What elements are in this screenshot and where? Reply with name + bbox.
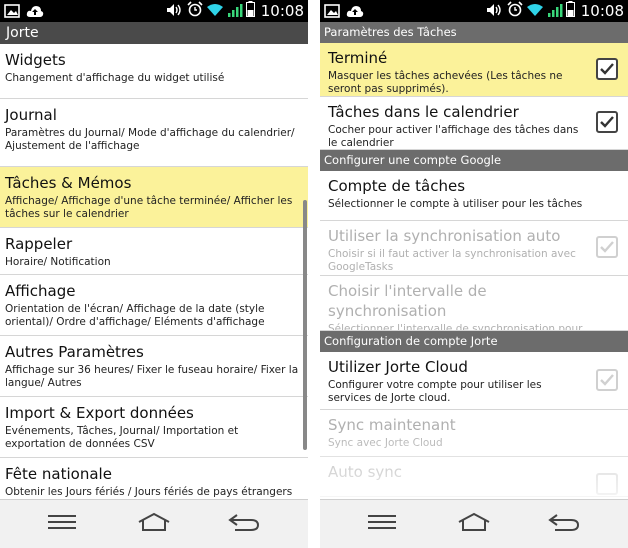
wifi-icon [526,2,544,21]
item-subtitle: Affichage/ Affichage d'une tâche terminé… [5,195,293,220]
back-icon [227,512,261,536]
setting-intervalle-sync[interactable]: Choisir l'intervalle de synchronisation … [320,276,628,331]
image-icon [4,3,20,22]
menu-icon [368,514,396,534]
item-title: Compte de tâches [328,177,466,195]
image-icon [324,3,340,22]
setting-auto-sync[interactable]: Auto sync [320,457,628,497]
signal-icon [547,2,563,21]
checkbox-icon[interactable] [596,236,618,258]
cloud-upload-icon [346,3,364,22]
item-subtitle: Paramètres du Journal/ Mode d'affichage … [5,127,295,152]
section-header: Configurer une compte Google [320,150,628,171]
settings-item-rappeler[interactable]: Rappeler Horaire/ Notification [0,228,308,275]
status-time: 10:08 [260,2,304,20]
settings-item-affichage[interactable]: Affichage Orientation de l'écran/ Affich… [0,275,308,336]
item-subtitle: Changement d'affichage du widget utilisé [5,72,225,84]
left-screen: 10:08 Jorte Widgets Changement d'afficha… [0,0,308,548]
item-subtitle: Masquer les tâches achevées (Les tâches … [328,70,563,95]
back-button[interactable] [222,508,266,540]
item-title: Affichage [5,282,76,300]
item-subtitle: Cocher pour activer l'affichage des tâch… [328,124,579,149]
alarm-icon [507,1,523,21]
section-header: Configuration de compte Jorte [320,331,628,352]
back-icon [547,512,581,536]
item-subtitle: Affichage sur 36 heures/ Fixer le fuseau… [5,364,299,389]
home-icon [137,512,171,536]
screen-divider [308,0,320,548]
item-title: Fête nationale [5,465,112,483]
checkbox-icon[interactable] [596,472,618,495]
home-button[interactable] [452,508,496,540]
item-title: Import & Export données [5,404,194,422]
wifi-icon [206,2,224,21]
item-title: Sync maintenant [328,416,456,434]
settings-item-import-export[interactable]: Import & Export données Evénements, Tâch… [0,397,308,458]
item-title: Tâches & Mémos [5,174,132,192]
item-title: Journal [5,106,57,124]
item-title: Auto sync [328,463,403,481]
menu-button[interactable] [40,508,84,540]
status-time: 10:08 [580,2,624,20]
task-settings-list: Paramètres des Tâches Terminé Masquer le… [320,22,628,548]
item-subtitle: Sélectionner le compte à utiliser pour l… [328,198,583,210]
right-screen: 10:08 Paramètres des Tâches Terminé Masq… [320,0,628,548]
setting-sync-maintenant[interactable]: Sync maintenant Sync avec Jorte Cloud [320,410,628,457]
home-button[interactable] [132,508,176,540]
cloud-upload-icon [26,3,44,22]
item-title: Terminé [328,49,388,67]
menu-icon [48,514,76,534]
item-title: Rappeler [5,235,73,253]
item-title: Choisir l'intervalle de synchronisation [328,282,487,320]
item-subtitle: Sélectionner l'intervalle de synchronisa… [328,323,583,331]
item-subtitle: Evénements, Tâches, Journal/ Importation… [5,425,239,450]
signal-icon [227,2,243,21]
back-button[interactable] [542,508,586,540]
nav-bar [0,499,308,548]
item-subtitle: Choisir si il faut activer la synchronis… [328,248,576,273]
nav-bar [320,499,628,548]
item-title: Utiliser la synchronisation auto [328,227,561,245]
item-subtitle: Horaire/ Notification [5,256,111,268]
volume-icon [166,2,184,21]
settings-item-journal[interactable]: Journal Paramètres du Journal/ Mode d'af… [0,99,308,167]
checkbox-icon[interactable] [596,368,618,391]
scrollbar[interactable] [303,200,307,450]
setting-termine[interactable]: Terminé Masquer les tâches achevées (Les… [320,43,628,97]
item-subtitle: Sync avec Jorte Cloud [328,437,443,449]
status-bar: 10:08 [0,0,308,22]
setting-compte-taches[interactable]: Compte de tâches Sélectionner le compte … [320,171,628,221]
home-icon [457,512,491,536]
item-title: Tâches dans le calendrier [328,103,519,121]
item-title: Widgets [5,51,66,69]
item-subtitle: Orientation de l'écran/ Affichage de la … [5,303,265,328]
checkbox-icon[interactable] [596,57,618,80]
status-bar: 10:08 [320,0,628,22]
battery-icon [565,1,575,21]
app-title: Jorte [0,22,308,44]
settings-item-autres-parametres[interactable]: Autres Paramètres Affichage sur 36 heure… [0,336,308,397]
battery-icon [245,1,255,21]
checkbox-icon[interactable] [596,111,618,133]
setting-sync-auto[interactable]: Utiliser la synchronisation auto Choisir… [320,221,628,276]
setting-jorte-cloud[interactable]: Utilizer Jorte Cloud Configurer votre co… [320,352,628,410]
item-title: Autres Paramètres [5,343,144,361]
item-title: Utilizer Jorte Cloud [328,358,468,376]
item-subtitle: Obtenir les Jours fériés / Jours fériés … [5,486,293,498]
setting-taches-calendrier[interactable]: Tâches dans le calendrier Cocher pour ac… [320,97,628,150]
settings-item-widgets[interactable]: Widgets Changement d'affichage du widget… [0,44,308,99]
settings-item-taches-memos[interactable]: Tâches & Mémos Affichage/ Affichage d'un… [0,167,308,228]
item-subtitle: Configurer votre compte pour utiliser le… [328,379,542,404]
menu-button[interactable] [360,508,404,540]
alarm-icon [187,1,203,21]
settings-list: Widgets Changement d'affichage du widget… [0,44,308,548]
section-header: Paramètres des Tâches [320,22,628,43]
volume-icon [486,2,504,21]
